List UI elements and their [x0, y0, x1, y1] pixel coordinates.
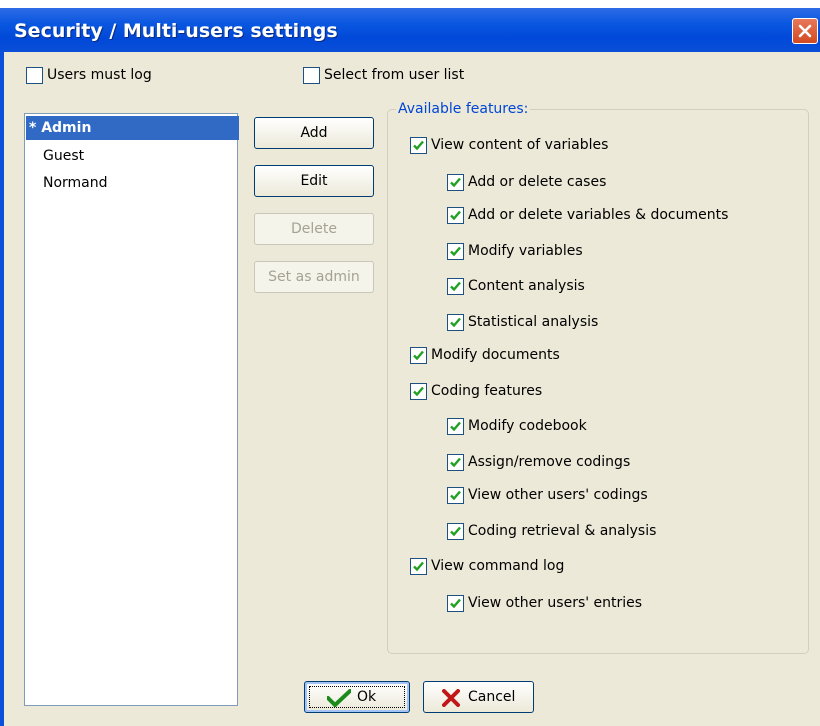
dialog-window: Security / Multi-users settings Users mu… — [0, 0, 820, 726]
check-icon — [450, 210, 461, 221]
user-name: Guest — [43, 148, 85, 164]
feature-checkbox[interactable] — [447, 487, 464, 504]
feature-checkbox[interactable] — [447, 207, 464, 224]
add-user-button[interactable]: Add — [254, 117, 374, 149]
window-title: Security / Multi-users settings — [14, 20, 338, 42]
feature-checkbox[interactable] — [447, 454, 464, 471]
check-icon — [450, 317, 461, 328]
check-icon — [450, 598, 461, 609]
set-as-admin-button[interactable]: Set as admin — [254, 261, 374, 293]
feature-label: Assign/remove codings — [468, 454, 631, 470]
available-features-label: Available features: — [396, 101, 531, 118]
feature-label: Coding features — [431, 383, 543, 399]
check-icon — [413, 386, 424, 397]
feature-checkbox[interactable] — [447, 174, 464, 191]
users-must-log-checkbox[interactable] — [26, 67, 43, 84]
delete-user-button[interactable]: Delete — [254, 213, 374, 245]
close-button[interactable] — [792, 18, 818, 44]
x-icon — [442, 689, 460, 707]
user-list-item[interactable]: Guest — [26, 144, 253, 168]
feature-label: Coding retrieval & analysis — [468, 523, 657, 539]
select-from-user-list-checkbox[interactable] — [303, 67, 320, 84]
feature-label: View other users' codings — [468, 487, 648, 503]
check-icon — [450, 246, 461, 257]
check-icon — [450, 421, 461, 432]
feature-checkbox[interactable] — [410, 558, 427, 575]
check-icon — [450, 457, 461, 468]
user-name: * Admin — [29, 120, 92, 136]
feature-label: Content analysis — [468, 278, 585, 294]
check-icon — [450, 526, 461, 537]
feature-label: View content of variables — [431, 137, 609, 153]
check-icon — [413, 561, 424, 572]
feature-checkbox[interactable] — [447, 595, 464, 612]
feature-label: View command log — [431, 558, 565, 574]
checkmark-icon — [327, 689, 351, 707]
users-must-log-label: Users must log — [47, 67, 152, 83]
close-icon — [798, 24, 812, 38]
user-list[interactable]: * Admin Guest Normand — [24, 113, 239, 706]
feature-label: Modify variables — [468, 243, 583, 259]
ok-label: Ok — [357, 689, 377, 705]
feature-checkbox[interactable] — [447, 523, 464, 540]
user-list-item[interactable]: Normand — [26, 171, 253, 195]
feature-label: Statistical analysis — [468, 314, 599, 330]
select-from-user-list-label: Select from user list — [324, 67, 465, 83]
cancel-label: Cancel — [468, 689, 516, 705]
edit-user-button[interactable]: Edit — [254, 165, 374, 197]
feature-label: View other users' entries — [468, 595, 643, 611]
feature-checkbox[interactable] — [410, 347, 427, 364]
check-icon — [413, 140, 424, 151]
feature-checkbox[interactable] — [447, 278, 464, 295]
feature-label: Add or delete cases — [468, 174, 607, 190]
feature-checkbox[interactable] — [447, 243, 464, 260]
title-bar[interactable]: Security / Multi-users settings — [0, 8, 820, 52]
feature-label: Modify documents — [431, 347, 560, 363]
check-icon — [450, 490, 461, 501]
user-list-item[interactable]: * Admin — [26, 116, 239, 140]
check-icon — [413, 350, 424, 361]
feature-checkbox[interactable] — [447, 314, 464, 331]
feature-label: Modify codebook — [468, 418, 587, 434]
check-icon — [450, 281, 461, 292]
feature-checkbox[interactable] — [410, 383, 427, 400]
feature-checkbox[interactable] — [410, 137, 427, 154]
cancel-button[interactable]: Cancel — [423, 681, 534, 713]
ok-button[interactable]: Ok — [304, 681, 410, 713]
user-name: Normand — [43, 175, 108, 191]
feature-checkbox[interactable] — [447, 418, 464, 435]
check-icon — [450, 177, 461, 188]
feature-label: Add or delete variables & documents — [468, 207, 729, 223]
